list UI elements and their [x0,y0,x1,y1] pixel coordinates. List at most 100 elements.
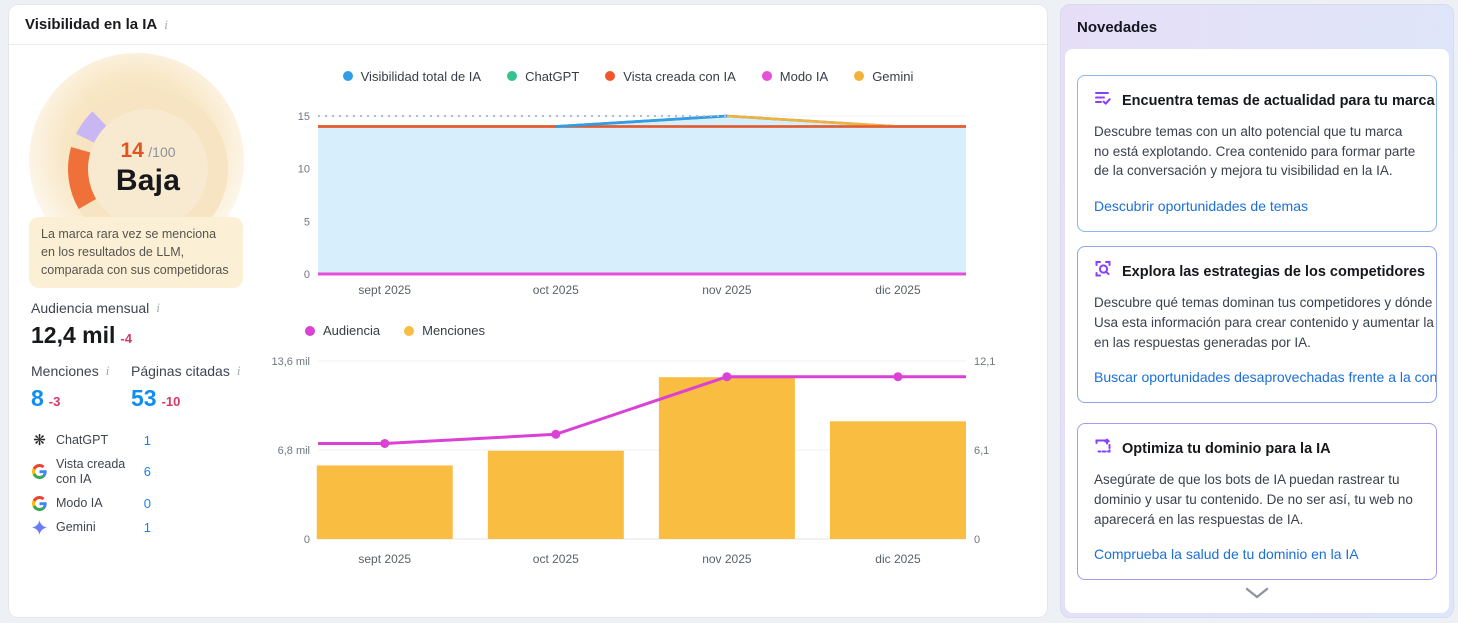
card-header: Visibilidad en la IA i [9,5,1047,45]
legend-item[interactable]: ChatGPT [507,69,579,84]
legend-label: Menciones [422,323,485,338]
svg-text:0: 0 [304,534,310,546]
svg-text:6,8 mil: 6,8 mil [278,445,310,457]
google-icon [31,496,48,511]
legend-label: Audiencia [323,323,380,338]
visibility-trend-chart[interactable]: 051015sept 2025oct 2025nov 2025dic 2025 [288,104,968,304]
find-untapped-opportunities-link[interactable]: Buscar oportunidades desaprovechadas fre… [1094,369,1437,385]
info-icon[interactable]: i [106,363,110,379]
domain-optimize-icon [1094,437,1112,460]
gauge-max: /100 [148,144,175,160]
legend-label: Vista creada con IA [623,69,736,84]
mentions-stat: Menciones i 8 -3 [31,363,109,412]
gauge-label: Baja [58,164,238,198]
news-card-title: Explora las estrategias de los competido… [1122,264,1425,280]
list-item: Modo IA 0 [31,496,151,511]
svg-text:15: 15 [298,111,310,123]
chevron-down-icon[interactable] [1243,586,1271,605]
platform-list: ❋ ChatGPT 1 Vista creada con IA 6 Modo I… [31,433,151,544]
info-icon[interactable]: i [164,17,168,33]
news-card-topics: Encuentra temas de actualidad para tu ma… [1077,75,1437,232]
body-line: Usa esta información para crear contenid… [1094,313,1434,333]
platform-name: ChatGPT [56,433,128,448]
audience-value: 12,4 mil [31,322,115,349]
list-item: Gemini 1 [31,520,151,535]
platform-name: Vista creada con IA [56,457,128,487]
page-title: Visibilidad en la IA [25,16,157,33]
gauge-purple-segment [85,119,99,139]
news-card-title: Optimiza tu dominio para la IA [1122,441,1331,457]
legend-item[interactable]: Gemini [854,69,913,84]
discover-topic-opportunities-link[interactable]: Descubrir oportunidades de temas [1094,198,1308,214]
platform-value[interactable]: 6 [144,464,151,479]
cited-pages-stat: Páginas citadas i 53 -10 [131,363,240,412]
body-line: en las respuestas generadas por IA. [1094,333,1434,353]
legend-dot-icon [854,71,864,81]
cited-pages-delta: -10 [162,394,181,409]
topics-list-check-icon [1094,89,1112,112]
mentions-label: Menciones [31,363,99,379]
svg-text:oct 2025: oct 2025 [533,283,579,297]
audience-label: Audiencia mensual [31,300,149,316]
legend-label: Modo IA [780,69,828,84]
svg-text:13,6 mil: 13,6 mil [271,356,310,368]
check-domain-health-link[interactable]: Comprueba la salud de tu dominio en la I… [1094,546,1359,562]
gauge-readout: 14 /100 Baja [58,139,238,198]
cited-pages-value[interactable]: 53 [131,385,157,412]
svg-text:sept 2025: sept 2025 [358,552,411,566]
svg-text:12,1: 12,1 [974,356,995,368]
svg-text:oct 2025: oct 2025 [533,552,579,566]
svg-text:0: 0 [304,269,310,281]
monthly-audience-stat: Audiencia mensual i 12,4 mil -4 [31,300,160,349]
legend-label: Gemini [872,69,913,84]
competitor-search-icon [1094,260,1112,283]
svg-text:sept 2025: sept 2025 [358,283,411,297]
legend-dot-icon [507,71,517,81]
mentions-value[interactable]: 8 [31,385,44,412]
legend-item[interactable]: Modo IA [762,69,828,84]
news-panel: Novedades Encuentra temas de actualidad … [1060,4,1454,618]
svg-text:0: 0 [974,534,980,546]
svg-text:dic 2025: dic 2025 [875,552,921,566]
legend-dot-icon [762,71,772,81]
legend-dot-icon [605,71,615,81]
legend-item[interactable]: Audiencia [305,323,380,338]
news-card-competitors: Explora las estrategias de los competido… [1077,246,1437,403]
audience-delta: -4 [120,331,132,346]
chatgpt-icon: ❋ [31,433,48,448]
platform-value[interactable]: 1 [144,520,151,535]
mentions-delta: -3 [49,394,61,409]
cited-pages-label: Páginas citadas [131,363,230,379]
gauge-score: 14 [120,139,143,162]
news-card-title: Encuentra temas de actualidad para tu ma… [1122,93,1435,109]
legend-label: Visibilidad total de IA [361,69,481,84]
news-panel-body: Encuentra temas de actualidad para tu ma… [1065,49,1449,613]
platform-value[interactable]: 1 [144,433,151,448]
audience-mentions-legend: Audiencia Menciones [305,323,485,338]
legend-dot-icon [343,71,353,81]
platform-name: Modo IA [56,496,128,511]
info-icon[interactable]: i [237,363,241,379]
svg-text:5: 5 [304,216,310,228]
legend-item[interactable]: Vista creada con IA [605,69,736,84]
platform-name: Gemini [56,520,128,535]
legend-item[interactable]: Visibilidad total de IA [343,69,481,84]
legend-dot-icon [404,326,414,336]
legend-label: ChatGPT [525,69,579,84]
news-panel-title: Novedades [1077,19,1157,36]
legend-item[interactable]: Menciones [404,323,485,338]
ai-visibility-card: Visibilidad en la IA i 14 /100 Baja La m… [8,4,1048,618]
svg-text:10: 10 [298,164,310,176]
list-item: ❋ ChatGPT 1 [31,433,151,448]
info-icon[interactable]: i [156,300,160,316]
body-line: Descubre qué temas dominan tus competido… [1094,293,1434,313]
platform-value[interactable]: 0 [144,496,151,511]
list-item: Vista creada con IA 6 [31,457,151,487]
google-icon [31,464,48,479]
audience-mentions-chart[interactable]: 13,6 mil12,16,8 mil6,100sept 2025oct 202… [268,341,1012,573]
legend-dot-icon [305,326,315,336]
gauge-description: La marca rara vez se menciona en los res… [29,217,243,288]
news-card-body: Descubre qué temas dominan tus competido… [1094,293,1434,352]
gemini-icon [31,520,48,535]
svg-text:dic 2025: dic 2025 [875,283,921,297]
